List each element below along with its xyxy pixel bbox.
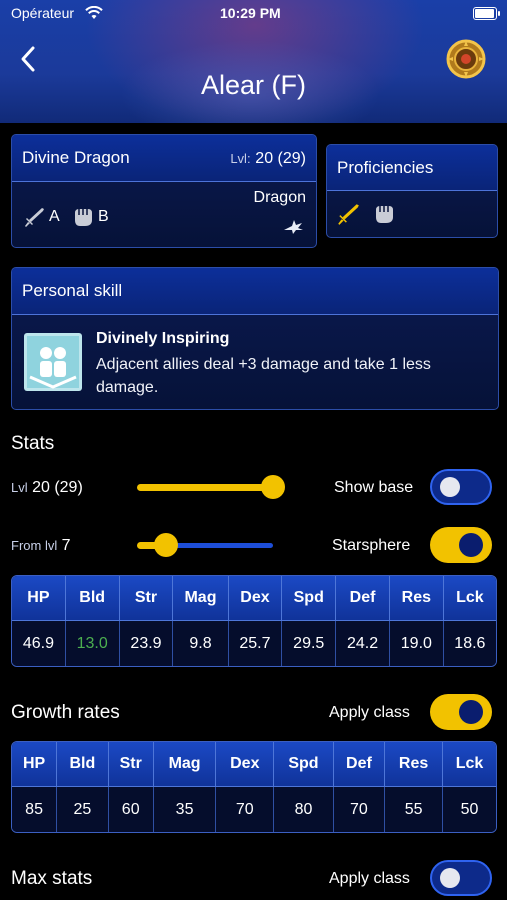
stats-section-title: Stats <box>11 433 55 454</box>
stat-header: Mag <box>173 576 229 621</box>
growth-value: 25 <box>57 787 109 832</box>
character-header: Opérateur 10:29 PM Alear (F) <box>0 0 507 123</box>
proficiencies-card: Proficiencies <box>326 144 498 238</box>
personal-skill-header: Personal skill <box>12 268 498 315</box>
growth-header: Dex <box>216 742 275 787</box>
stat-header: HP <box>12 576 66 621</box>
class-card-header: Divine Dragon Lvl: 20 (29) <box>12 135 316 182</box>
max-apply-class-toggle[interactable] <box>430 860 492 896</box>
growth-value: 35 <box>153 787 217 832</box>
starsphere-toggle[interactable] <box>430 527 492 563</box>
stats-level-row: Lvl 20 (29) <box>11 479 83 497</box>
carrier-label: Opérateur <box>11 5 75 21</box>
wifi-icon <box>85 6 103 19</box>
stat-value: 29.5 <box>282 621 337 666</box>
growth-rates-table: HP Bld Str Mag Dex Spd Def Res Lck 85 25… <box>11 741 497 833</box>
growth-apply-class-toggle[interactable] <box>430 694 492 730</box>
from-level-slider-track <box>165 543 273 548</box>
fist-rank: B <box>98 208 109 225</box>
show-base-toggle[interactable] <box>430 469 492 505</box>
level-slider[interactable] <box>137 474 287 500</box>
show-base-label: Show base <box>334 479 414 496</box>
growth-header-row: HP Bld Str Mag Dex Spd Def Res Lck <box>12 742 496 787</box>
growth-value: 80 <box>274 787 334 832</box>
stats-level-value: 20 (29) <box>32 479 83 496</box>
growth-header: Str <box>108 742 154 787</box>
personal-skill-title: Personal skill <box>22 281 123 300</box>
growth-header: HP <box>12 742 58 787</box>
level-slider-track <box>137 484 273 491</box>
stats-header-row: HP Bld Str Mag Dex Spd Def Res Lck <box>12 576 496 621</box>
from-level-row: From lvl 7 <box>11 537 71 555</box>
growth-apply-class-label: Apply class <box>329 704 410 721</box>
battery-icon <box>473 7 500 20</box>
growth-value: 50 <box>443 787 496 832</box>
sword-proficiency-icon <box>338 204 359 225</box>
starsphere-label: Starsphere <box>332 537 411 554</box>
page-title: Alear (F) <box>200 70 306 100</box>
class-name: Divine Dragon <box>22 148 130 167</box>
sword-icon <box>25 208 44 227</box>
from-level-label: From lvl <box>11 538 58 553</box>
stat-header: Spd <box>282 576 337 621</box>
stats-table: HP Bld Str Mag Dex Spd Def Res Lck 46.9 … <box>11 575 497 667</box>
growth-value: 70 <box>216 787 275 832</box>
fist-icon <box>75 209 92 226</box>
stat-value: 24.2 <box>336 621 390 666</box>
stat-value: 46.9 <box>12 621 66 666</box>
class-level-label: Lvl: <box>230 151 251 166</box>
growth-header: Spd <box>274 742 334 787</box>
growth-header: Mag <box>153 742 217 787</box>
skill-allies-icon <box>24 333 82 391</box>
growth-value: 60 <box>108 787 154 832</box>
sword-rank: A <box>49 208 60 225</box>
stat-header: Res <box>389 576 444 621</box>
stat-header: Lck <box>443 576 496 621</box>
personal-skill-card: Personal skill Divinely Inspiring Adjace… <box>11 267 499 410</box>
growth-header: Lck <box>443 742 496 787</box>
stat-value: 23.9 <box>119 621 174 666</box>
stat-value: 25.7 <box>228 621 283 666</box>
stat-value: 9.8 <box>173 621 229 666</box>
growth-header: Bld <box>57 742 109 787</box>
stats-value-row: 46.9 13.0 23.9 9.8 25.7 29.5 24.2 19.0 1… <box>12 621 496 666</box>
stat-header: Dex <box>228 576 283 621</box>
max-apply-class-label: Apply class <box>329 870 410 887</box>
growth-value: 85 <box>12 787 58 832</box>
proficiencies-header: Proficiencies <box>327 145 497 191</box>
class-card: Divine Dragon Lvl: 20 (29) A B Dragon <box>11 134 317 248</box>
skill-name: Divinely Inspiring <box>96 330 230 347</box>
growth-value: 70 <box>333 787 386 832</box>
stat-value-highlighted: 13.0 <box>65 621 120 666</box>
stat-header: Def <box>336 576 390 621</box>
growth-value: 55 <box>385 787 444 832</box>
class-card-body: A B Dragon <box>12 182 316 247</box>
stat-value: 19.0 <box>389 621 444 666</box>
class-type: Dragon <box>253 189 306 206</box>
max-stats-title: Max stats <box>11 868 93 889</box>
proficiencies-title: Proficiencies <box>337 157 434 177</box>
dragon-type-icon <box>284 220 303 234</box>
growth-header: Def <box>333 742 386 787</box>
from-level-slider-thumb[interactable] <box>154 533 178 557</box>
skill-description: Adjacent allies deal +3 damage and take … <box>96 356 431 396</box>
stats-level-label: Lvl <box>11 480 28 495</box>
growth-header: Res <box>385 742 444 787</box>
emblem-ring-icon[interactable] <box>445 38 487 80</box>
growth-value-row: 85 25 60 35 70 80 70 55 50 <box>12 787 496 832</box>
from-level-value: 7 <box>61 537 71 554</box>
class-level-value: 20 (29) <box>255 150 306 167</box>
fist-proficiency-icon <box>376 206 393 223</box>
stat-value: 18.6 <box>443 621 496 666</box>
stat-header: Str <box>119 576 174 621</box>
level-slider-thumb[interactable] <box>261 475 285 499</box>
from-level-slider[interactable] <box>137 532 277 558</box>
stat-header: Bld <box>65 576 120 621</box>
growth-rates-title: Growth rates <box>11 702 120 723</box>
clock: 10:29 PM <box>220 5 281 21</box>
